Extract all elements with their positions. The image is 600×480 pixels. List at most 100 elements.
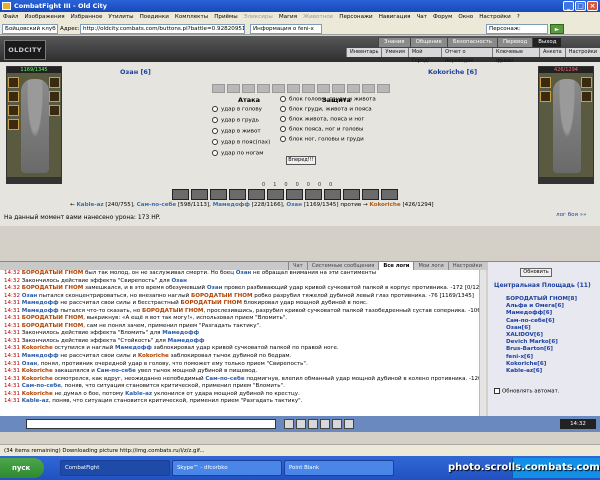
defense-option[interactable]: блок головы, груди и живота [280, 96, 376, 103]
chat-text[interactable]: Мамедофф [22, 353, 59, 359]
chat-time[interactable]: 14:31 [4, 315, 22, 321]
chat-text[interactable]: БОРОДАТЫЙ ГНОМ [191, 293, 252, 299]
enemy-combatant-name[interactable]: Kokoriche [369, 202, 400, 208]
fight-button[interactable]: Вперед!!! [286, 156, 316, 165]
close-icon[interactable]: × [587, 1, 598, 11]
chat-text[interactable]: Сам-по-себе [22, 383, 61, 389]
attack-option[interactable]: удар в грудь [212, 117, 259, 124]
technique-icon[interactable] [381, 189, 398, 200]
chat-time[interactable]: 14:31 [4, 398, 22, 404]
chat-tab[interactable]: Системные сообщения [306, 262, 379, 270]
menu-item[interactable]: Форум [430, 12, 455, 23]
menu-item[interactable]: Поединки [137, 12, 172, 23]
effect-icon[interactable] [272, 84, 285, 93]
menu-item[interactable]: ? [514, 12, 523, 23]
menu-item[interactable]: Животное [300, 12, 336, 23]
chat-text[interactable]: Kokoriche [138, 353, 169, 359]
auto-update-checkbox[interactable] [494, 388, 500, 394]
chat-text[interactable]: БОРОДАТЫЙ ГНОМ [22, 323, 83, 329]
technique-icon[interactable] [210, 189, 227, 200]
top-nav-item[interactable]: Общение [409, 38, 447, 47]
chat-text[interactable]: Мамедофф [168, 338, 205, 344]
equipment-slot[interactable] [581, 77, 592, 88]
online-user[interactable]: Devich Marko[6] [506, 339, 577, 346]
chat-tab[interactable]: Мои логи [413, 262, 447, 270]
technique-icon[interactable] [248, 189, 265, 200]
equipment-slot[interactable] [49, 105, 60, 116]
sub-nav-item[interactable]: Инвентарь [346, 48, 382, 57]
defense-radio[interactable] [280, 106, 286, 112]
online-user[interactable]: Сам-по-себе[6] [506, 318, 577, 325]
chat-text[interactable]: Озан [22, 361, 38, 367]
battle-log-link[interactable]: лог боя »» [556, 212, 587, 218]
online-user[interactable]: XALIDOV[6] [506, 332, 577, 339]
chat-text[interactable]: Мамедофф [22, 300, 59, 306]
effect-icon[interactable] [347, 84, 360, 93]
defense-option[interactable]: блок живота, пояса и ног [280, 116, 364, 123]
chat-text[interactable]: БОРОДАТЫЙ ГНОМ [22, 270, 83, 276]
chat-text[interactable]: Озан [22, 293, 38, 299]
equipment-slot[interactable] [49, 91, 60, 102]
chat-text[interactable]: Сам-по-себе [205, 376, 244, 382]
equipment-slot[interactable] [8, 91, 19, 102]
task-pointblank[interactable]: Point Blank [284, 460, 394, 476]
defense-option[interactable]: блок ног, головы и груди [280, 136, 364, 143]
equipment-slot[interactable] [8, 77, 19, 88]
equipment-slot[interactable] [540, 91, 551, 102]
effect-icon[interactable] [317, 84, 330, 93]
minimize-icon[interactable]: _ [563, 1, 574, 11]
chat-time[interactable]: 14:31 [4, 308, 22, 314]
chat-log[interactable]: 14:32 БОРОДАТЫЙ ГНОМ был так молод, он н… [0, 270, 486, 416]
equipment-slot[interactable] [581, 91, 592, 102]
chat-input[interactable] [26, 419, 276, 429]
address-input[interactable]: http://oldcity.combats.com/buttons.pl?ba… [80, 24, 245, 34]
chat-time[interactable]: 14:31 [4, 338, 22, 344]
send-icon[interactable] [284, 419, 294, 429]
filter-icon[interactable] [332, 419, 342, 429]
equipment-slot[interactable] [49, 77, 60, 88]
enemy-name[interactable]: Kokoriche [6] [428, 68, 477, 76]
tab-fight-club[interactable]: Бойцовский клуб [2, 24, 58, 34]
menu-item[interactable]: Изображения [21, 12, 67, 23]
effect-icon[interactable] [377, 84, 390, 93]
chat-tab[interactable]: Все логи [378, 262, 414, 270]
settings-icon[interactable] [344, 419, 354, 429]
online-user[interactable]: Озан[6] [506, 325, 577, 332]
menu-item[interactable]: Чат [413, 12, 430, 23]
chat-tab[interactable]: Настройки [447, 262, 486, 270]
auto-update-option[interactable]: Обновлять автомат. [494, 388, 559, 395]
online-user[interactable]: Brus-Barton[6] [506, 346, 577, 353]
chat-text[interactable]: Kable-az [125, 391, 152, 397]
translit-icon[interactable] [320, 419, 330, 429]
chat-text[interactable]: Сам-по-себе [97, 368, 136, 374]
clear-icon[interactable] [308, 419, 318, 429]
chat-time[interactable]: 14:31 [4, 391, 22, 397]
ally-name[interactable]: Kable-az [76, 202, 103, 208]
menu-item[interactable]: Персонажи [336, 12, 375, 23]
chat-text[interactable]: Мамедофф [162, 330, 199, 336]
chat-tab[interactable]: Чат [287, 262, 307, 270]
start-button[interactable]: пуск [0, 458, 44, 478]
ally-name[interactable]: Сам-по-себе [137, 202, 177, 208]
chat-scrollbar[interactable] [479, 270, 486, 416]
defense-radio[interactable] [280, 96, 286, 102]
menu-item[interactable]: Окно [455, 12, 476, 23]
technique-icon[interactable] [343, 189, 360, 200]
chat-time[interactable]: 14:32 [4, 285, 22, 291]
menu-item[interactable]: Комплекты [172, 12, 211, 23]
effect-icon[interactable] [242, 84, 255, 93]
effect-icon[interactable] [332, 84, 345, 93]
online-user[interactable]: Kokoriche[6] [506, 361, 577, 368]
chat-text[interactable]: Мамедофф [115, 345, 152, 351]
attack-radio[interactable] [212, 150, 218, 156]
character-search-input[interactable]: Персонаж: [486, 24, 548, 34]
chat-time[interactable]: 14:32 [4, 278, 22, 284]
technique-icon[interactable] [324, 189, 341, 200]
effect-icon[interactable] [287, 84, 300, 93]
equipment-slot[interactable] [8, 119, 19, 130]
defense-radio[interactable] [280, 116, 286, 122]
task-skype[interactable]: Skype™ - dfcorbko [172, 460, 282, 476]
maximize-icon[interactable]: □ [575, 1, 586, 11]
technique-icon[interactable] [362, 189, 379, 200]
attack-radio[interactable] [212, 128, 218, 134]
